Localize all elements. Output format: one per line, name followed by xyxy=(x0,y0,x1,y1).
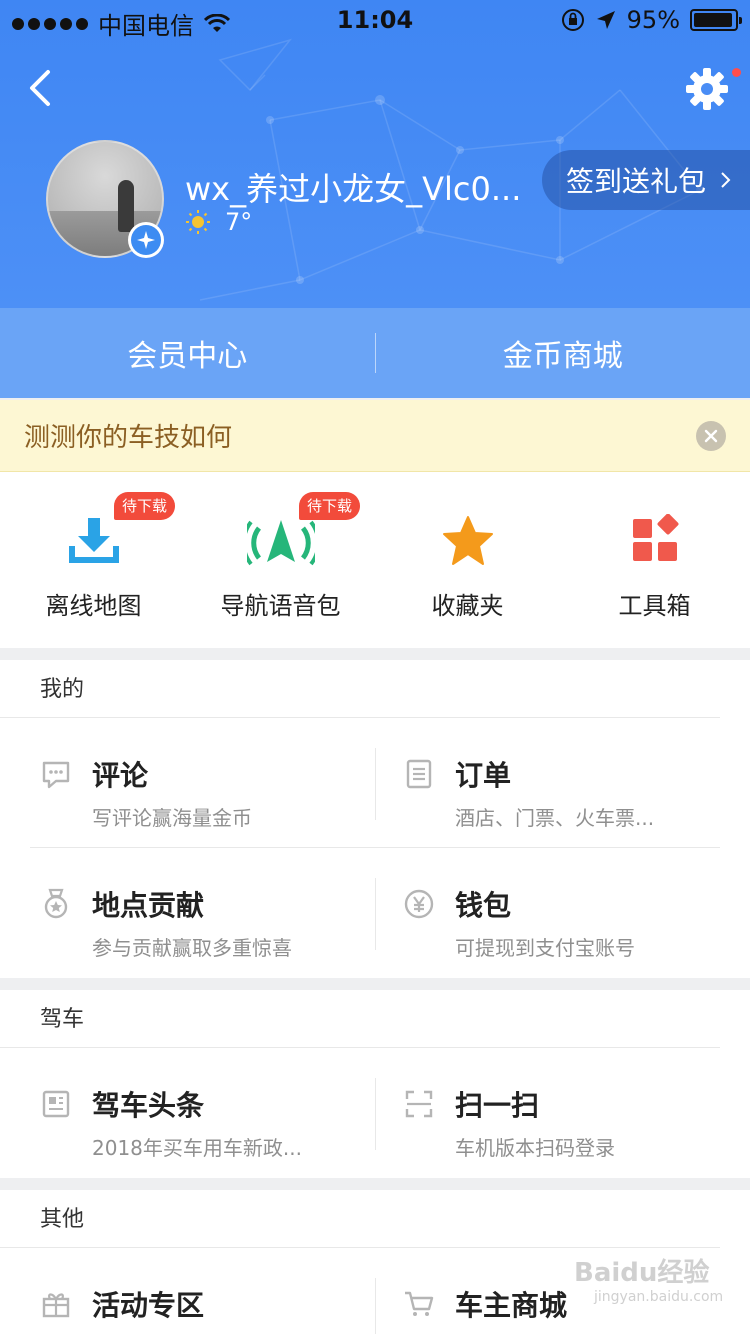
entry-subtitle: 写评论赢海量金币 xyxy=(92,806,252,830)
banner-close-button[interactable] xyxy=(696,420,726,451)
quick-offline-map[interactable]: 待下载 离线地图 xyxy=(0,472,187,648)
entry-title: 扫一扫 xyxy=(455,1089,540,1122)
quick-label: 离线地图 xyxy=(45,592,142,620)
member-bar: 会员中心 金币商城 xyxy=(0,308,750,398)
username[interactable]: wx_养过小龙女_Vlc0... xyxy=(185,164,521,210)
entry-subtitle: 2018年买车用车新政... xyxy=(92,1136,302,1160)
member-center-button[interactable]: 会员中心 xyxy=(0,331,375,375)
quick-label: 导航语音包 xyxy=(220,592,341,620)
entry-subtitle: 酒店、门票、火车票... xyxy=(455,806,655,830)
place-contribution-entry[interactable]: 地点贡献 参与贡献赢取多重惊喜 xyxy=(30,848,375,978)
quick-voice-pack[interactable]: 待下载 导航语音包 xyxy=(187,472,374,648)
scan-icon xyxy=(405,1090,433,1118)
quick-actions: 待下载 离线地图 待下载 导航语音包 收藏夹 工具箱 xyxy=(0,472,750,648)
temperature: 7° xyxy=(225,208,253,236)
sparkle-icon xyxy=(137,231,155,249)
wallet-entry[interactable]: 钱包 可提现到支付宝账号 xyxy=(375,848,720,978)
entry-title: 活动专区 xyxy=(92,1289,205,1322)
quick-label: 工具箱 xyxy=(618,592,691,620)
notification-dot xyxy=(732,68,741,77)
quick-favorites[interactable]: 收藏夹 xyxy=(374,472,561,648)
quick-toolbox[interactable]: 工具箱 xyxy=(561,472,748,648)
driving-test-banner[interactable]: 测测你的车技如何 xyxy=(0,400,750,472)
signin-gift-button[interactable]: 签到送礼包 xyxy=(542,150,750,210)
watermark-brand: Baidu经验 xyxy=(574,1258,710,1288)
chevron-right-icon xyxy=(721,172,731,188)
quick-label: 收藏夹 xyxy=(431,592,504,620)
verified-badge xyxy=(128,222,164,258)
close-icon xyxy=(704,429,718,442)
navigation-voice-icon xyxy=(246,520,315,566)
order-icon xyxy=(406,759,432,789)
settings-button[interactable] xyxy=(684,66,730,112)
status-bar: 中国电信 11:04 95% xyxy=(0,0,750,40)
comment-entry[interactable]: 评论 写评论赢海量金币 xyxy=(30,718,375,848)
list-row: 地点贡献 参与贡献赢取多重惊喜 钱包 可提现到支付宝账号 xyxy=(30,848,720,978)
order-entry[interactable]: 订单 酒店、门票、火车票... xyxy=(375,718,720,848)
battery-icon xyxy=(690,9,742,31)
watermark-url: jingyan.baidu.com xyxy=(594,1289,724,1305)
battery-percent: 95% xyxy=(626,6,680,34)
weather-info: 7° xyxy=(185,208,252,236)
sun-icon xyxy=(186,210,210,234)
toolbox-icon xyxy=(632,514,678,561)
entry-subtitle: 参与贡献赢取多重惊喜 xyxy=(92,936,292,960)
entry-title: 钱包 xyxy=(455,889,512,922)
medal-icon xyxy=(44,888,68,919)
download-icon xyxy=(68,518,119,563)
banner-text: 测测你的车技如何 xyxy=(24,423,233,453)
entry-subtitle: 车机版本扫码登录 xyxy=(455,1136,615,1160)
news-icon xyxy=(42,1090,70,1118)
scan-entry[interactable]: 扫一扫 车机版本扫码登录 xyxy=(375,1048,720,1178)
star-icon xyxy=(442,516,493,565)
profile-header: 中国电信 11:04 95% wx_养过小龙女_Vlc0... 7° 签到送礼包 xyxy=(0,0,750,308)
coin-mall-button[interactable]: 金币商城 xyxy=(376,331,750,375)
entry-title: 车主商城 xyxy=(455,1289,568,1322)
section-mine: 我的 评论 写评论赢海量金币 订单 酒店、门票、火车票... 地点贡献 参与贡献… xyxy=(0,660,750,978)
gear-icon xyxy=(686,68,728,110)
chevron-left-icon xyxy=(30,70,50,106)
section-driving: 驾车 驾车头条 2018年买车用车新政... 扫一扫 车机版本扫码登录 xyxy=(0,990,750,1178)
wallet-icon xyxy=(404,889,434,919)
cart-icon xyxy=(405,1291,434,1316)
section-title: 驾车 xyxy=(0,990,720,1048)
entry-subtitle: 可提现到支付宝账号 xyxy=(455,936,635,960)
entry-title: 地点贡献 xyxy=(92,889,205,922)
gift-icon xyxy=(42,1293,70,1318)
back-button[interactable] xyxy=(22,66,62,110)
comment-icon xyxy=(42,761,70,789)
list-row: 驾车头条 2018年买车用车新政... 扫一扫 车机版本扫码登录 xyxy=(30,1048,720,1178)
entry-title: 驾车头条 xyxy=(92,1089,205,1122)
location-arrow-icon xyxy=(596,11,615,29)
driving-news-entry[interactable]: 驾车头条 2018年买车用车新政... xyxy=(30,1048,375,1178)
section-title: 其他 xyxy=(0,1190,720,1248)
signin-label: 签到送礼包 xyxy=(566,165,707,198)
baidu-jingyan-watermark: Baidu经验 jingyan.baidu.com xyxy=(574,1252,723,1305)
list-row: 评论 写评论赢海量金币 订单 酒店、门票、火车票... xyxy=(30,718,720,848)
avatar-photo-figure xyxy=(118,180,134,232)
section-title: 我的 xyxy=(0,660,720,718)
activity-zone-entry[interactable]: 活动专区 xyxy=(30,1248,375,1334)
rotation-lock-icon xyxy=(561,9,584,31)
entry-title: 订单 xyxy=(455,759,512,792)
entry-title: 评论 xyxy=(92,759,149,792)
